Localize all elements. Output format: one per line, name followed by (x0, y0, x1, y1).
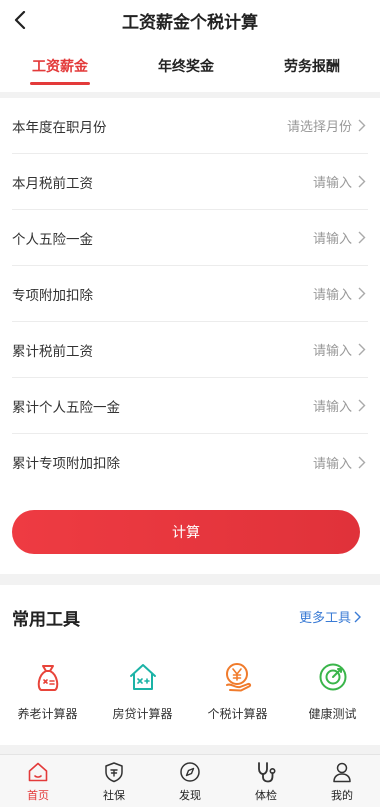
row-label: 专项附加扣除 (12, 287, 93, 304)
nav-item-home[interactable]: 首页 (0, 761, 76, 803)
chevron-right-icon (358, 119, 368, 133)
calculate-button[interactable]: 计算 (12, 510, 360, 554)
more-tools-link[interactable]: 更多工具 (299, 607, 362, 626)
form-row-cumulative-salary[interactable]: 累计税前工资 请输入 (12, 322, 368, 378)
nav-item-social-security[interactable]: 社保 (76, 761, 152, 803)
row-label: 本年度在职月份 (12, 119, 107, 136)
row-value: 请输入 (312, 232, 352, 247)
more-tools-label: 更多工具 (298, 611, 351, 626)
tools-title: 常用工具 (12, 610, 80, 630)
row-label: 累计专项附加扣除 (12, 456, 120, 472)
tools-section: 常用工具 更多工具 养老计算器 房贷计算器 个税计算器 健康测试 (0, 585, 380, 745)
home-icon (28, 762, 48, 782)
row-value: 请输入 (312, 456, 352, 472)
chevron-left-icon (14, 11, 26, 29)
chevron-right-icon (354, 611, 361, 622)
tool-label: 个税计算器 (207, 707, 268, 721)
tax-form: 本年度在职月份 请选择月份 本月税前工资 请输入 个人五险一金 请输入 专项附加… (0, 98, 380, 574)
chevron-right-icon (358, 287, 368, 301)
row-label: 累计个人五险一金 (12, 399, 120, 416)
form-row-cumulative-deduction[interactable]: 累计专项附加扣除 请输入 (12, 434, 368, 490)
stethoscope-icon (258, 762, 276, 783)
nav-item-discover[interactable]: 发现 (152, 761, 228, 803)
nav-item-mine[interactable]: 我的 (304, 761, 380, 803)
chevron-right-icon (358, 455, 368, 469)
chevron-right-icon (358, 231, 368, 245)
tab-service-fee[interactable]: 劳务报酬 (262, 56, 362, 76)
compass-icon (180, 762, 200, 782)
nav-label: 首页 (27, 789, 49, 802)
tool-health-test[interactable]: 健康测试 (285, 661, 380, 722)
nav-label: 体检 (255, 789, 277, 802)
user-icon (333, 762, 351, 783)
nav-label: 社保 (103, 789, 125, 802)
tab-year-end-bonus[interactable]: 年终奖金 (136, 56, 236, 76)
shield-icon (105, 762, 123, 783)
chevron-right-icon (358, 343, 368, 357)
row-value: 请输入 (312, 400, 352, 415)
tool-label: 健康测试 (308, 707, 357, 721)
tool-pension-calculator[interactable]: 养老计算器 (0, 661, 95, 722)
nav-label: 发现 (179, 789, 201, 802)
back-button[interactable] (8, 6, 32, 34)
form-row-work-months[interactable]: 本年度在职月份 请选择月份 (12, 98, 368, 154)
active-tab-indicator (30, 82, 90, 85)
row-label: 累计税前工资 (12, 343, 93, 360)
health-target-icon (319, 663, 346, 691)
page: 工资薪金个税计算 工资薪金 年终奖金 劳务报酬 本年度在职月份 请选择月份 本月… (0, 0, 380, 807)
tab-bar: 工资薪金 年终奖金 劳务报酬 (0, 40, 380, 92)
tool-mortgage-calculator[interactable]: 房贷计算器 (95, 661, 190, 722)
pension-bag-icon (37, 665, 58, 691)
form-row-cumulative-insurance[interactable]: 累计个人五险一金 请输入 (12, 378, 368, 434)
row-value: 请输入 (312, 344, 352, 359)
row-label: 本月税前工资 (12, 175, 93, 192)
page-title: 工资薪金个税计算 (122, 12, 258, 33)
chevron-right-icon (358, 175, 368, 189)
tax-yen-icon (225, 663, 251, 692)
nav-item-checkup[interactable]: 体检 (228, 761, 304, 803)
house-loan-icon (129, 664, 156, 690)
form-row-insurance[interactable]: 个人五险一金 请输入 (12, 210, 368, 266)
header-bar: 工资薪金个税计算 (0, 0, 380, 40)
tool-tax-calculator[interactable]: 个税计算器 (190, 661, 285, 722)
form-row-monthly-salary[interactable]: 本月税前工资 请输入 (12, 154, 368, 210)
tab-salary[interactable]: 工资薪金 (10, 56, 110, 76)
form-row-special-deduction[interactable]: 专项附加扣除 请输入 (12, 266, 368, 322)
tool-label: 房贷计算器 (112, 707, 173, 721)
tool-label: 养老计算器 (17, 707, 78, 721)
nav-label: 我的 (331, 789, 353, 802)
row-value: 请输入 (312, 176, 352, 191)
bottom-nav: 首页 社保 发现 体检 我的 (0, 754, 380, 807)
chevron-right-icon (358, 399, 368, 413)
row-label: 个人五险一金 (12, 231, 93, 248)
row-value: 请选择月份 (286, 120, 352, 135)
row-value: 请输入 (312, 288, 352, 303)
